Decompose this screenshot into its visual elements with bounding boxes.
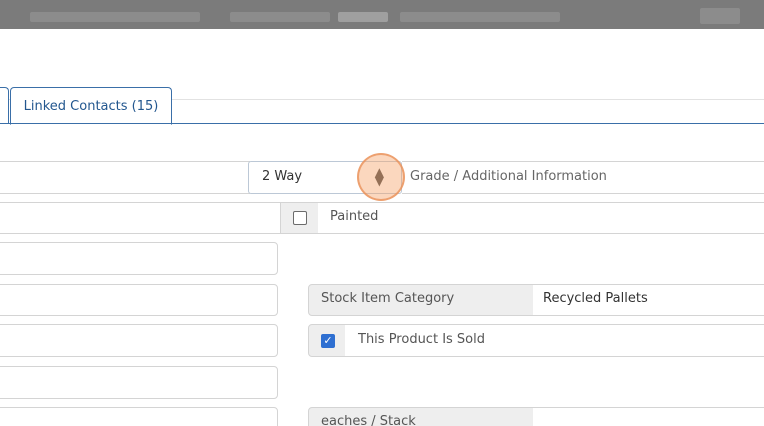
tabs-underline: [0, 123, 764, 124]
row2-left-input[interactable]: [0, 202, 280, 234]
painted-checkbox-addon: [280, 202, 319, 234]
row7-left-input[interactable]: [0, 407, 278, 426]
row3-left-input[interactable]: [0, 242, 278, 275]
way-select[interactable]: 2 Way ▲ ▼: [248, 161, 402, 194]
painted-field: Painted: [318, 202, 764, 234]
modal-backdrop: [0, 0, 764, 29]
tab-linked-contacts[interactable]: Linked Contacts (15): [10, 87, 172, 125]
eaches-stack-label: eaches / Stack: [321, 414, 416, 426]
painted-checkbox[interactable]: [293, 211, 307, 225]
painted-label: Painted: [330, 209, 379, 224]
grade-additional-info-label: Grade / Additional Information: [410, 169, 607, 184]
row6-left-input[interactable]: [0, 366, 278, 399]
stock-item-category-value-box[interactable]: Recycled Pallets: [533, 284, 764, 316]
tab-linked-contacts-label: Linked Contacts (15): [23, 98, 159, 114]
sort-arrows-icon: ▲ ▼: [374, 165, 384, 188]
product-sold-field: This Product Is Sold: [345, 324, 764, 357]
tab-previous[interactable]: [0, 87, 9, 124]
grade-additional-info-input[interactable]: Grade / Additional Information: [402, 161, 764, 194]
row5-left-input[interactable]: [0, 324, 278, 357]
product-sold-checkbox[interactable]: ✓: [321, 334, 335, 348]
way-select-value: 2 Way: [262, 169, 303, 184]
eaches-stack-label-box: eaches / Stack: [308, 407, 534, 426]
product-sold-checkbox-addon: ✓: [308, 324, 346, 357]
stock-item-category-value: Recycled Pallets: [543, 291, 648, 306]
product-sold-label: This Product Is Sold: [358, 332, 485, 347]
row4-left-input[interactable]: [0, 284, 278, 316]
row1-left-input[interactable]: [0, 161, 250, 194]
stock-item-category-label: Stock Item Category: [321, 291, 455, 306]
eaches-stack-value-box[interactable]: [533, 407, 764, 426]
stock-item-category-label-box: Stock Item Category: [308, 284, 534, 316]
